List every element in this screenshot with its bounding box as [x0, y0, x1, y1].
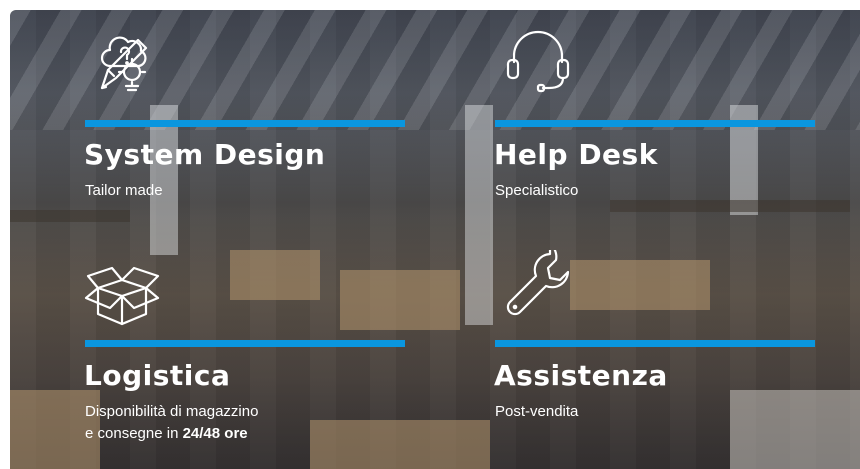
headset-icon: [506, 30, 570, 93]
services-panel: System Design Tailor made Help Desk Spec…: [10, 10, 860, 469]
card-subtitle: Specialistico: [495, 182, 579, 199]
background-shelf: [610, 200, 850, 212]
background-column: [465, 105, 493, 325]
wrench-icon: [506, 250, 570, 316]
card-subtitle-line2: e consegne in 24/48 ore: [85, 423, 248, 444]
background-shelf: [10, 210, 130, 222]
card-subtitle-text: e consegne in: [85, 425, 183, 442]
card-subtitle: Disponibilità di magazzino: [85, 403, 259, 420]
card-title: Help Desk: [494, 138, 658, 171]
background-box: [730, 390, 860, 469]
background-box: [570, 260, 710, 310]
accent-bar: [495, 120, 815, 127]
background-box: [340, 270, 460, 330]
card-title: Logistica: [84, 359, 231, 392]
delivery-time: 24/48 ore: [182, 425, 248, 442]
accent-bar: [495, 340, 815, 347]
card-title: System Design: [84, 138, 326, 171]
accent-bar: [85, 340, 405, 347]
background-box: [310, 420, 490, 469]
card-title: Assistenza: [494, 359, 668, 392]
card-subtitle: Post-vendita: [495, 403, 579, 420]
design-idea-icon: [100, 36, 148, 92]
background-box: [230, 250, 320, 300]
card-subtitle: Tailor made: [85, 182, 163, 199]
box-icon: [84, 266, 160, 326]
accent-bar: [85, 120, 405, 127]
